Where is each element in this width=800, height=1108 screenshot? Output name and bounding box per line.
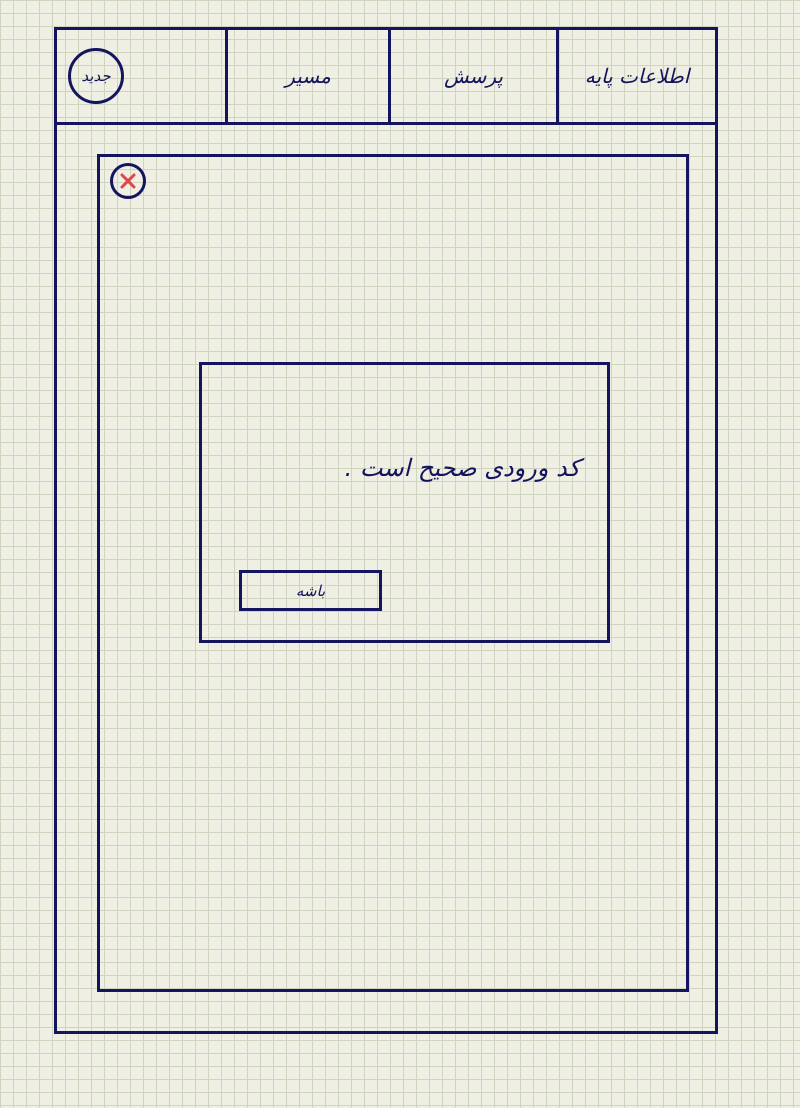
logo-badge: جدید (68, 48, 124, 104)
nav-tab-base-info[interactable]: اطلاعات پایه (559, 30, 715, 122)
nav-tab-label: پرسش (444, 64, 503, 88)
nav-tab-label: اطلاعات پایه (584, 64, 690, 88)
nav-tab-route[interactable]: مسیر (228, 30, 388, 122)
logo-text: جدید (81, 67, 111, 85)
nav-tab-label: مسیر (285, 64, 331, 88)
ok-button-label: باشه (295, 581, 326, 600)
top-navigation-bar: جدید مسیر پرسش اطلاعات پایه (57, 30, 715, 125)
ok-button[interactable]: باشه (239, 570, 382, 611)
close-icon (120, 173, 136, 189)
dialog-message: کد ورودی صحیح است . (344, 454, 580, 482)
close-button[interactable] (110, 163, 146, 199)
nav-tab-question[interactable]: پرسش (391, 30, 556, 122)
